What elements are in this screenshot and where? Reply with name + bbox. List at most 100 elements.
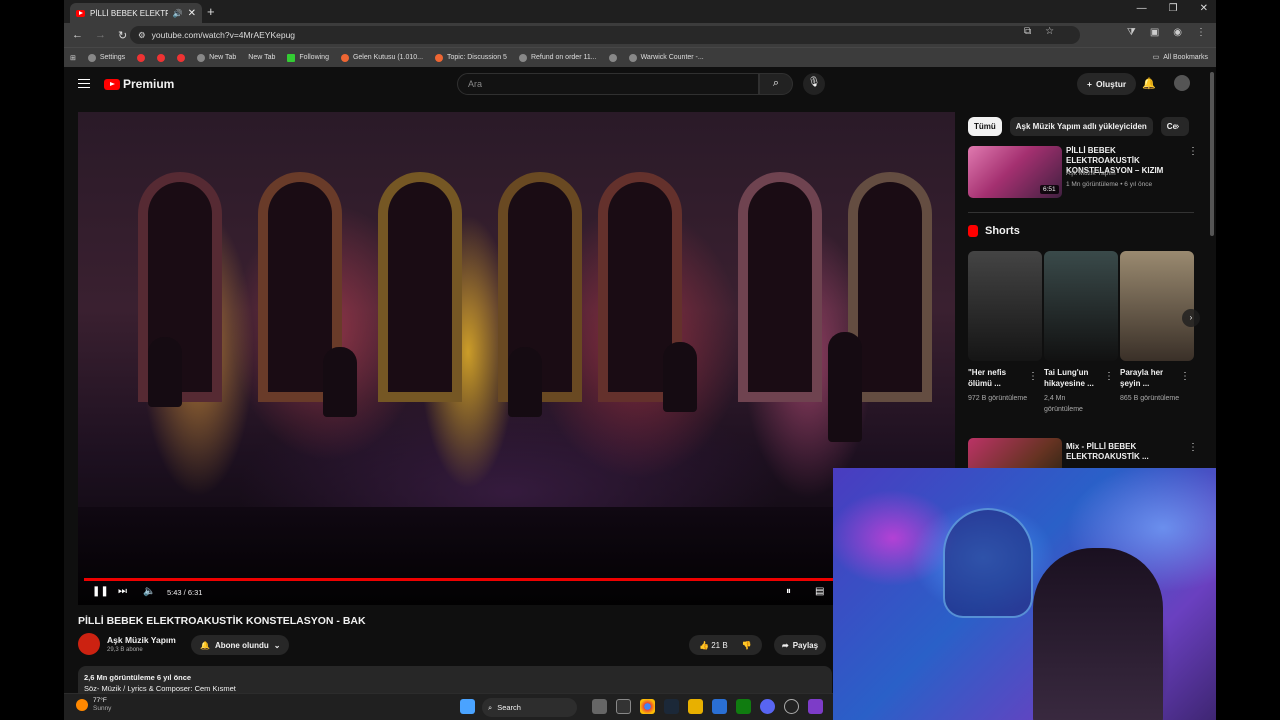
search-input[interactable]: Ara <box>457 73 759 95</box>
dislike-button[interactable]: 👎 <box>742 641 752 650</box>
bookmark-warwick[interactable]: Warwick Counter -... <box>628 53 704 62</box>
bookmark-youtube-1[interactable] <box>137 53 146 62</box>
bookmark-refund[interactable]: Refund on order 11... <box>518 53 597 62</box>
back-icon[interactable]: ← <box>72 29 83 42</box>
short-title[interactable]: "Her nefis ölümü ... <box>968 367 1026 389</box>
weather-condition: Sunny <box>93 705 112 712</box>
video-player[interactable] <box>78 112 955 605</box>
volume-icon[interactable]: 🔈 <box>143 586 155 597</box>
subscribe-button[interactable]: 🔔 Abone olundu ⌄ <box>191 635 290 655</box>
mail-icon <box>340 53 349 62</box>
minimize-icon[interactable]: — <box>1137 3 1147 14</box>
more-vert-icon[interactable]: ⋮ <box>1188 442 1198 453</box>
bookmark-new-tab-1[interactable]: New Tab <box>197 53 236 62</box>
chip-uploader[interactable]: Aşk Müzik Yapım adlı yükleyiciden <box>1009 117 1153 136</box>
subtitles-icon[interactable]: ▤ <box>815 586 824 597</box>
channel-avatar[interactable] <box>78 633 100 655</box>
profile-icon[interactable]: ◉ <box>1173 27 1182 38</box>
taskbar-search[interactable]: ⌕ Search <box>482 698 577 717</box>
youtube-logo[interactable]: Premium <box>104 77 174 91</box>
voice-search-button[interactable]: 🎙 <box>803 73 825 95</box>
more-vert-icon[interactable]: ⋮ <box>1028 371 1038 382</box>
bookmark-discussion[interactable]: Topic: Discussion 5 <box>435 53 507 62</box>
bookmark-new-tab-2[interactable]: New Tab <box>248 54 275 61</box>
xbox-icon[interactable] <box>736 699 751 714</box>
close-window-icon[interactable]: ✕ <box>1200 3 1208 14</box>
mix-title[interactable]: Mix - PİLLİ BEBEK ELEKTROAKUSTİK ... <box>1066 442 1184 462</box>
menu-icon[interactable]: ⋮ <box>1196 27 1206 38</box>
browser-tab[interactable]: PİLLİ BEBEK ELEKTROAKUSTİ 🔊 ✕ <box>70 3 202 23</box>
chip-more[interactable]: Ce <box>1160 117 1189 136</box>
restore-icon[interactable]: ❐ <box>1169 3 1178 14</box>
short-views: 2,4 Mn görüntüleme <box>1044 395 1083 413</box>
hamburger-menu-icon[interactable] <box>78 79 90 88</box>
bookmark-following[interactable]: Following <box>287 53 329 62</box>
recommended-channel: Aşk Müzik Yapım <box>1066 170 1116 177</box>
short-thumbnail[interactable] <box>1044 251 1118 361</box>
all-bookmarks[interactable]: ▭ All Bookmarks <box>1152 53 1208 62</box>
widgets-icon[interactable] <box>592 699 607 714</box>
bookmark-star-icon[interactable]: ☆ <box>1045 26 1054 37</box>
chrome-icon[interactable] <box>640 699 655 714</box>
share-button[interactable]: ➦ Paylaş <box>774 635 827 655</box>
bookmark-globe[interactable] <box>608 53 617 62</box>
chip-all[interactable]: Tümü <box>968 117 1002 136</box>
more-vert-icon[interactable]: ⋮ <box>1180 371 1190 382</box>
speaker-icon[interactable]: 🔊 <box>173 9 183 18</box>
short-title[interactable]: Parayla her şeyin ... <box>1120 367 1178 389</box>
chevron-right-icon[interactable]: › <box>1182 309 1200 327</box>
url-text[interactable]: youtube.com/watch?v=4MrAEYKepug <box>152 30 295 40</box>
autoplay-toggle-icon[interactable]: ⏸ <box>786 586 791 597</box>
steam-icon[interactable] <box>664 699 679 714</box>
cast-icon[interactable]: ⧉ <box>1024 26 1031 37</box>
apps-icon[interactable]: ⊞ <box>70 54 76 62</box>
channel-name[interactable]: Aşk Müzik Yapım <box>107 635 176 645</box>
page-icon <box>628 53 637 62</box>
account-avatar[interactable] <box>1174 75 1190 91</box>
chrome-icon <box>197 53 206 62</box>
store-icon[interactable] <box>712 699 727 714</box>
tab-search-icon[interactable]: ▣ <box>1150 27 1159 38</box>
search-button[interactable]: ⌕ <box>759 73 793 95</box>
next-icon[interactable]: ⏭ <box>118 586 127 597</box>
windows-start-icon[interactable] <box>460 699 475 714</box>
task-view-icon[interactable] <box>616 699 631 714</box>
pause-icon[interactable]: ❚❚ <box>92 586 109 597</box>
recommended-video[interactable]: 6:51 PİLLİ BEBEK ELEKTROAKUSTİK KONSTELA… <box>968 146 1198 200</box>
progress-bar[interactable] <box>84 578 842 581</box>
notifications-bell-icon[interactable]: 🔔 <box>1142 77 1156 90</box>
short-title[interactable]: Tai Lung'un hikayesine ... <box>1044 367 1102 389</box>
short-thumbnail[interactable] <box>968 251 1042 361</box>
youtube-play-icon <box>104 78 120 90</box>
scrollbar[interactable] <box>1210 72 1214 236</box>
discord-icon[interactable] <box>760 699 775 714</box>
file-explorer-icon[interactable] <box>688 699 703 714</box>
close-tab-icon[interactable]: ✕ <box>188 8 196 19</box>
new-tab-button[interactable]: + <box>207 4 215 19</box>
weather-widget[interactable]: 77°F Sunny <box>76 697 111 713</box>
address-bar[interactable]: ⚙ youtube.com/watch?v=4MrAEYKepug <box>130 26 1080 44</box>
site-info-icon[interactable]: ⚙ <box>138 30 146 41</box>
thumbs-down-icon: 👎 <box>741 640 752 650</box>
more-vert-icon[interactable]: ⋮ <box>1188 146 1198 157</box>
app-icon[interactable] <box>784 699 799 714</box>
like-button[interactable]: 👍 21 B <box>699 641 728 650</box>
folder-icon: ▭ <box>1152 54 1160 61</box>
create-button[interactable]: + Oluştur <box>1077 73 1137 95</box>
app-icon[interactable] <box>808 699 823 714</box>
more-vert-icon[interactable]: ⋮ <box>1104 371 1114 382</box>
reload-icon[interactable]: ↻ <box>118 29 127 42</box>
tab-title: PİLLİ BEBEK ELEKTROAKUSTİ <box>90 8 168 18</box>
bookmark-youtube-3[interactable] <box>177 53 186 62</box>
logo-text: Premium <box>123 77 175 91</box>
bookmark-settings[interactable]: Settings <box>87 53 125 62</box>
chevron-right-icon[interactable]: › <box>1176 121 1179 132</box>
bookmark-label: New Tab <box>248 54 276 61</box>
mic-icon: 🎙 <box>807 77 821 88</box>
forward-icon[interactable]: → <box>95 29 106 42</box>
extensions-icon[interactable]: ⧩ <box>1127 27 1136 38</box>
views-date: 2,6 Mn görüntüleme 6 yıl önce <box>84 673 192 682</box>
short-thumbnail[interactable] <box>1120 251 1194 361</box>
bookmark-youtube-2[interactable] <box>157 53 166 62</box>
bookmark-inbox[interactable]: Gelen Kutusu (1.010... <box>340 53 423 62</box>
